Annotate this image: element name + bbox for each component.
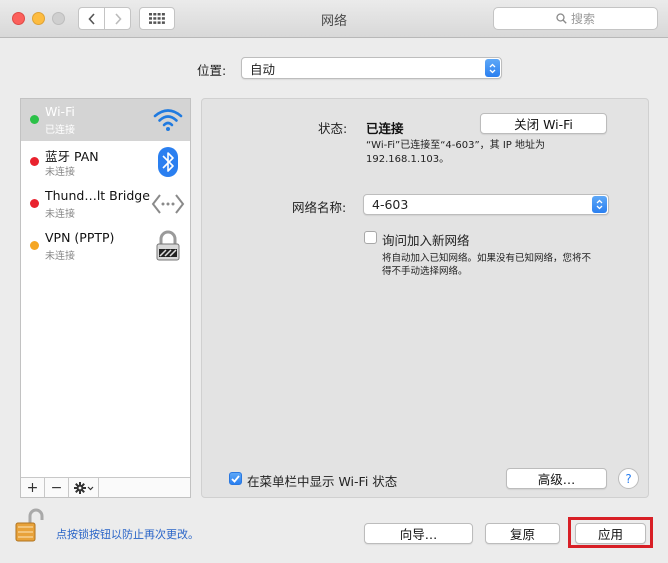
service-name: VPN (PPTP) [45,230,115,245]
service-item-vpn[interactable]: VPN (PPTP) 未连接 [21,225,190,267]
status-dot [30,199,39,208]
zoom-window-button[interactable] [52,12,65,25]
show-in-menubar-checkbox[interactable] [229,472,242,485]
ask-to-join-label[interactable]: 询问加入新网络 [382,230,470,249]
service-list: Wi-Fi 已连接 蓝牙 PAN 未连接 Thund…lt Bridge 未连接… [20,98,191,498]
show-all-grid-icon [149,13,165,24]
title-bar: 网络 搜索 [0,0,668,38]
popup-arrows-icon [485,59,500,77]
status-description-line: 192.168.1.103。 [366,154,450,165]
lock-button[interactable] [13,508,45,544]
network-name-value: 4-603 [372,197,409,212]
service-actions-button[interactable] [69,478,99,497]
service-status: 未连接 [45,209,75,220]
assist-me-button[interactable]: 向导… [364,523,473,544]
minimize-window-button[interactable] [32,12,45,25]
ask-to-join-description-line: 得不手动选择网络。 [382,266,468,277]
status-dot [30,241,39,250]
search-icon [556,13,567,24]
chevron-left-icon [87,12,95,25]
lock-hint-text: 点按锁按钮以防止再次更改。 [56,528,199,541]
network-name-popup[interactable]: 4-603 [363,194,609,215]
show-in-menubar-label[interactable]: 在菜单栏中显示 Wi-Fi 状态 [247,471,397,490]
status-dot [30,115,39,124]
checkmark-icon [231,474,240,483]
show-all-button[interactable] [139,7,175,30]
status-description: “Wi-Fi”已连接至“4-603”，其 IP 地址为 192.168.1.10… [366,139,606,167]
popup-arrows-icon [592,196,607,213]
service-item-bluetooth-pan[interactable]: 蓝牙 PAN 未连接 [21,141,190,183]
status-value: 已连接 [366,121,404,136]
service-status: 已连接 [45,125,75,136]
revert-button[interactable]: 复原 [485,523,560,544]
ask-to-join-description: 将自动加入已知网络。如果没有已知网络，您将不 得不手动选择网络。 [382,252,608,278]
service-status: 未连接 [45,167,75,178]
add-service-button[interactable]: + [21,478,45,497]
location-label: 位置: [197,63,227,78]
service-name: Wi-Fi [45,104,75,119]
service-name: Thund…lt Bridge [45,188,150,203]
unlocked-padlock-icon [15,508,44,542]
search-field[interactable]: 搜索 [493,7,658,30]
remove-service-button[interactable]: − [45,478,69,497]
gear-icon [73,481,93,494]
turn-wifi-off-button[interactable]: 关闭 Wi-Fi [480,113,607,134]
status-label: 状态: [318,121,348,136]
close-window-button[interactable] [12,12,25,25]
help-button[interactable]: ? [618,468,639,489]
forward-button[interactable] [104,7,131,30]
service-status: 未连接 [45,251,75,262]
vpn-lock-icon [151,229,185,263]
service-list-toolbar: + − [21,477,190,497]
back-button[interactable] [78,7,105,30]
bluetooth-icon [151,145,185,179]
status-dot [30,157,39,166]
service-item-wifi[interactable]: Wi-Fi 已连接 [21,99,190,141]
location-popup[interactable]: 自动 [241,57,502,79]
status-description-line: “Wi-Fi”已连接至“4-603”，其 IP 地址为 [366,140,545,151]
service-item-thunderbolt-bridge[interactable]: Thund…lt Bridge 未连接 [21,183,190,225]
advanced-button[interactable]: 高级… [506,468,607,489]
chevron-right-icon [114,12,122,25]
apply-button[interactable]: 应用 [575,523,646,544]
thunderbolt-bridge-icon [151,187,185,221]
search-placeholder: 搜索 [570,12,595,26]
location-value: 自动 [250,61,276,77]
ask-to-join-description-line: 将自动加入已知网络。如果没有已知网络，您将不 [382,253,592,264]
ask-to-join-checkbox[interactable] [364,231,377,244]
network-name-label: 网络名称: [292,200,347,215]
wifi-icon [151,103,185,137]
